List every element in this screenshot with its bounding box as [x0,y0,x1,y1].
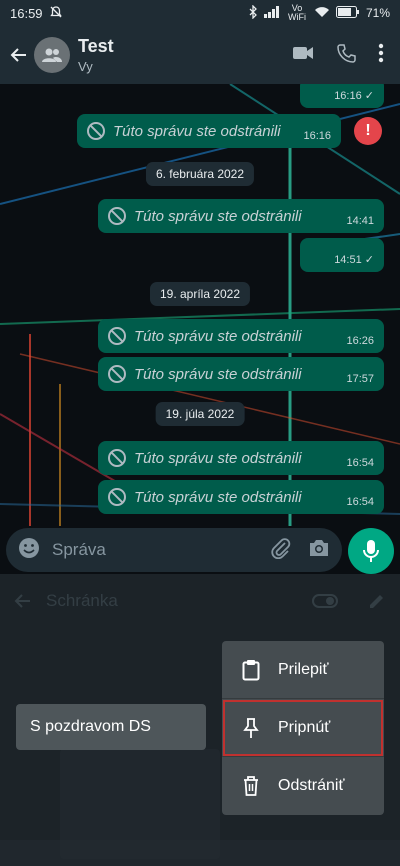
delete-label: Odstrániť [278,777,345,794]
deleted-icon [108,488,126,506]
date-separator: 6. februára 2022 [145,162,255,186]
mute-alarm-icon [49,5,63,22]
chat-title-block[interactable]: Test Vy [78,36,114,74]
deleted-icon [108,207,126,225]
paste-label: Prilepiť [278,660,329,678]
message-bubble[interactable]: Túto správu ste odstránili 16:54 [98,480,384,514]
message-time: 16:26 [346,335,374,347]
group-icon [42,48,62,62]
camera-icon [310,539,328,556]
chat-title: Test [78,36,114,56]
pin-label: Pripnúť [278,718,331,736]
message-time: 17:57 [346,373,374,385]
trash-icon [244,776,258,796]
back-arrow-icon [10,48,26,62]
deleted-message-text: Túto správu ste odstránili [134,488,302,506]
message-time: 16:54 [346,457,374,469]
more-options-button[interactable] [378,43,384,68]
deleted-icon [108,365,126,383]
message-bubble[interactable]: Túto správu ste odstránili 16:16 [77,114,341,148]
group-avatar[interactable] [34,37,70,73]
battery-percent: 71% [365,6,390,20]
date-separator: 19. júla 2022 [155,402,245,426]
message-bubble[interactable]: Túto správu ste odstránili 17:57 [98,357,384,391]
more-vert-icon [378,43,384,62]
attach-button[interactable] [270,537,292,564]
chat-header: Test Vy [0,26,400,84]
clipboard-title: Schránka [46,591,118,610]
phone-icon [337,43,356,63]
pin-icon [243,717,259,738]
microphone-icon [363,540,379,562]
message-bubble[interactable]: Túto správu ste odstránili 16:54 [98,441,384,475]
message-time: 16:16 [303,130,331,142]
error-icon[interactable]: ! [354,117,382,145]
message-list[interactable]: 16:16 ✓ Túto správu ste odstránili 16:16… [0,84,400,526]
deleted-message-text: Túto správu ste odstránili [134,449,302,467]
message-time: 16:16 ✓ [334,90,374,102]
date-separator: 19. apríla 2022 [149,282,251,306]
voice-message-button[interactable] [348,528,394,574]
video-camera-icon [293,46,313,59]
deleted-icon [108,327,126,345]
deleted-icon [108,449,126,467]
delete-menu-item[interactable]: Odstrániť [222,757,384,815]
chat-subtitle: Vy [78,59,93,74]
camera-button[interactable] [308,538,330,563]
message-bubble[interactable]: 14:51 ✓ [300,238,384,272]
back-arrow-icon [14,594,30,608]
back-button[interactable] [4,45,34,65]
message-time: 14:41 [346,215,374,227]
message-placeholder: Správa [52,540,106,559]
paste-menu-item[interactable]: Prilepiť [222,641,384,699]
video-call-button[interactable] [292,45,314,66]
deleted-message-text: Túto správu ste odstránili [134,365,302,383]
bluetooth-icon [248,3,258,22]
pin-menu-item[interactable]: Pripnúť [222,699,384,757]
clipboard-header: Schránka [0,574,400,628]
voice-call-button[interactable] [336,43,356,68]
clipboard-context-menu: Prilepiť Pripnúť Odstrániť [222,641,384,815]
deleted-icon [87,122,105,140]
wifi-icon [314,6,330,21]
emoji-button[interactable] [18,537,40,564]
signal-icon [263,5,280,21]
message-time: 14:51 ✓ [334,254,374,266]
clipboard-panel: Schránka S pozdravom DS Prilepiť Pripnúť… [0,574,400,866]
message-bubble[interactable]: Túto správu ste odstránili 16:26 [98,319,384,353]
message-input[interactable]: Správa [6,528,342,572]
paperclip-icon [271,537,291,559]
toggle-icon [312,594,338,608]
deleted-message-text: Túto správu ste odstránili [134,207,302,225]
deleted-message-text: Túto správu ste odstránili [134,327,302,345]
deleted-message-text: Túto správu ste odstránili [113,122,281,140]
vowifi-label: Vo WiFi [287,3,306,22]
message-bubble[interactable]: Túto správu ste odstránili 14:41 [98,199,384,233]
edit-icon [370,595,383,608]
clipboard-icon [242,659,260,680]
composer: Správa [0,526,400,574]
emoji-icon [19,537,39,558]
message-bubble[interactable]: 16:16 ✓ [300,84,384,108]
battery-icon [335,5,360,21]
status-time: 16:59 [10,5,43,21]
clipboard-item[interactable]: S pozdravom DS [16,704,206,750]
panel-footer [0,840,400,866]
message-time: 16:54 [346,496,374,508]
status-bar: 16:59 Vo WiFi 71% [0,0,400,26]
